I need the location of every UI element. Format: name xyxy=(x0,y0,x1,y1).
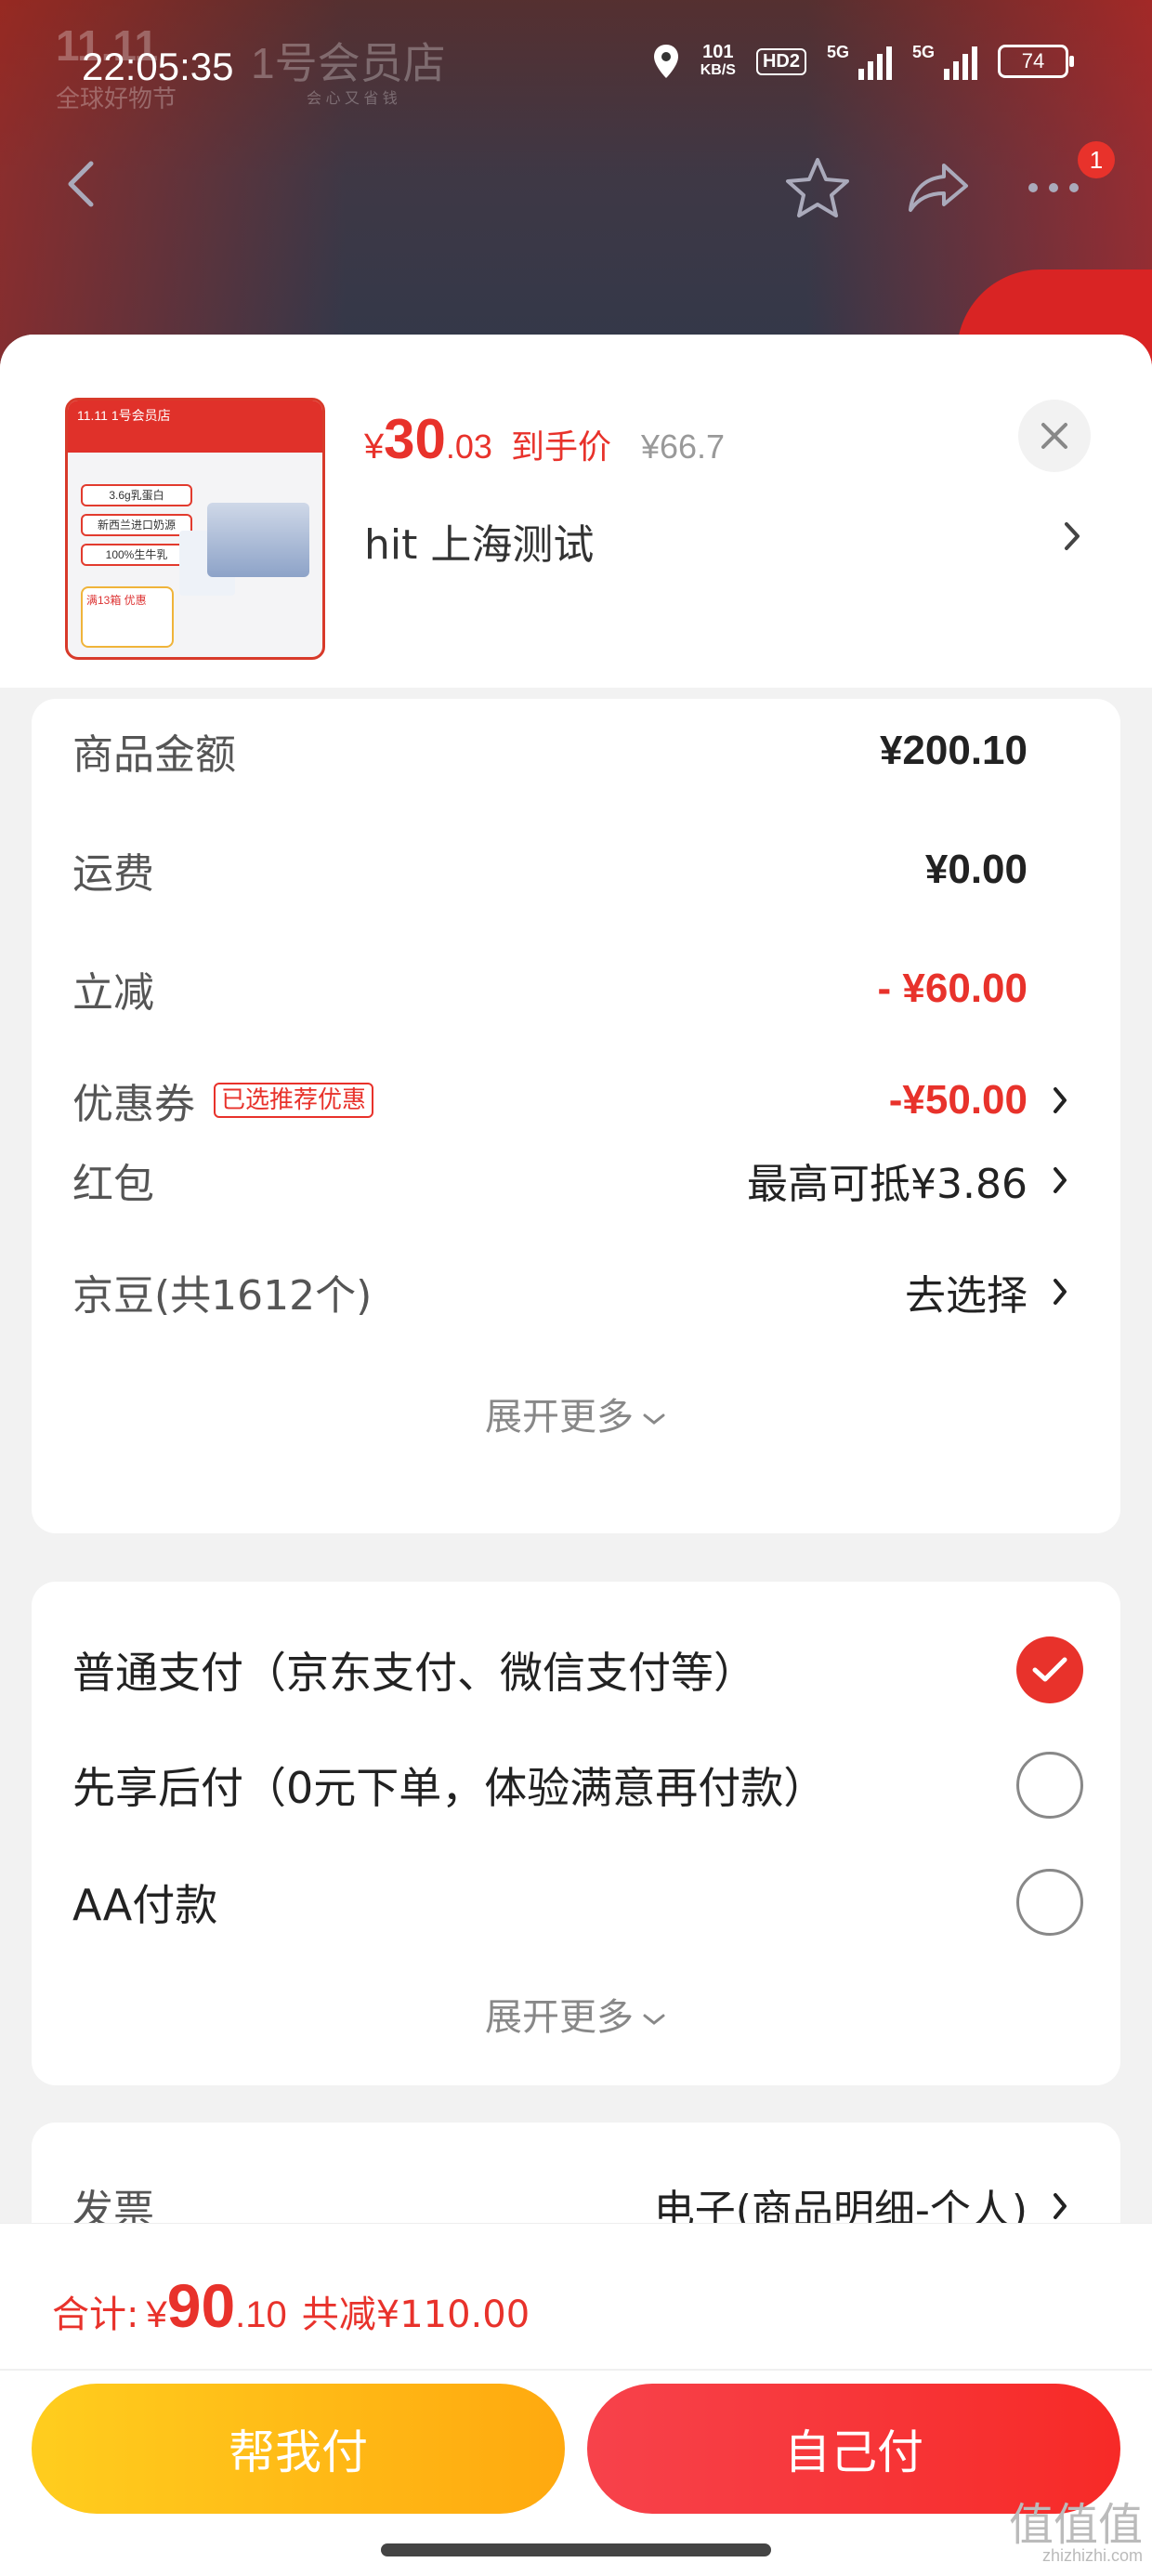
expand-more-label: 展开更多 xyxy=(485,1396,634,1439)
product-header: 11.11 1号会员店 3.6g乳蛋白 新西兰进口奶源 100%生牛乳 满13箱… xyxy=(0,335,1152,688)
share-icon[interactable] xyxy=(901,151,975,225)
row-goods-amount: 商品金额 ¥200.10 xyxy=(72,714,1083,788)
help-pay-button[interactable]: 帮我付 xyxy=(32,2384,565,2514)
checkmark-icon xyxy=(1032,1657,1067,1682)
row-jd-beans[interactable]: 京豆(共1612个) 去选择 xyxy=(72,1255,1083,1329)
checkout-footer: 合计: ¥ 90 .10 共减¥110.00 帮我付 自己付 值值值 zhizh… xyxy=(0,2223,1152,2576)
thumb-tag: 3.6g乳蛋白 xyxy=(81,484,192,506)
row-coupon[interactable]: 优惠券 已选推荐优惠 -¥50.00 xyxy=(72,1063,1083,1137)
favorite-star-icon[interactable] xyxy=(780,151,855,225)
total-line: 合计: ¥ 90 .10 共减¥110.00 xyxy=(52,2270,530,2341)
radio-unchecked[interactable] xyxy=(1016,1869,1083,1936)
pay-option-label: 普通支付（京东支付、微信支付等） xyxy=(72,1648,756,1698)
payment-options-card: 普通支付（京东支付、微信支付等） 先享后付（0元下单，体验满意再付款） AA付款… xyxy=(32,1582,1120,2085)
expand-more-button[interactable]: 展开更多 xyxy=(32,1987,1120,2041)
price-currency: ¥ xyxy=(364,427,385,467)
watermark: 值值值 zhizhizhi.com xyxy=(1008,2501,1143,2566)
row-shipping: 运费 ¥0.00 xyxy=(72,833,1083,907)
row-value: -¥50.00 xyxy=(888,1077,1028,1123)
product-thumbnail: 11.11 1号会员店 3.6g乳蛋白 新西兰进口奶源 100%生牛乳 满13箱… xyxy=(65,398,325,660)
row-value: - ¥60.00 xyxy=(877,966,1028,1011)
expand-more-button[interactable]: 展开更多 xyxy=(32,1387,1120,1440)
total-currency: ¥ xyxy=(146,2294,167,2335)
row-label: 京豆(共1612个) xyxy=(72,1272,373,1320)
row-label: 优惠券 xyxy=(72,1081,195,1128)
status-bar: 22:05:35 101 KB/S HD2 5G 5G 74 xyxy=(0,35,1152,100)
row-label: 立减 xyxy=(72,969,154,1017)
thumb-tag: 新西兰进口奶源 xyxy=(81,514,192,536)
pay-option-label: AA付款 xyxy=(72,1880,218,1930)
row-value: ¥200.10 xyxy=(879,728,1028,773)
chevron-right-icon xyxy=(1048,1160,1074,1201)
total-saved: 共减¥110.00 xyxy=(301,2293,530,2336)
price-label: 到手价 xyxy=(510,428,611,467)
thumb-product-box xyxy=(207,503,309,577)
chevron-down-icon xyxy=(643,1413,665,1425)
status-time: 22:05:35 xyxy=(82,45,234,88)
chevron-down-icon xyxy=(643,2014,665,2025)
price-line: ¥ 30 .03 到手价 ¥66.7 xyxy=(364,407,725,471)
pay-option-label: 先享后付（0元下单，体验满意再付款） xyxy=(72,1763,827,1813)
pay-option-normal[interactable]: 普通支付（京东支付、微信支付等） xyxy=(72,1628,1083,1712)
total-integer: 90 xyxy=(166,2271,236,2340)
row-label: 商品金额 xyxy=(72,731,236,779)
row-value: 最高可抵¥3.86 xyxy=(747,1161,1028,1208)
amounts-card: 商品金额 ¥200.10 运费 ¥0.00 立减 - ¥60.00 优惠券 已选… xyxy=(32,699,1120,1197)
thumb-header: 11.11 1号会员店 xyxy=(68,401,322,453)
top-nav: 1 xyxy=(0,139,1152,232)
pay-option-later[interactable]: 先享后付（0元下单，体验满意再付款） xyxy=(72,1743,1083,1827)
signal-icon-2: 5G xyxy=(912,43,977,80)
row-red-packet[interactable]: 红包 最高可抵¥3.86 xyxy=(72,1143,1083,1217)
thumb-tag: 100%生牛乳 xyxy=(81,544,192,566)
pay-option-aa[interactable]: AA付款 xyxy=(72,1860,1083,1944)
total-label: 合计: xyxy=(52,2293,139,2336)
close-icon xyxy=(1041,423,1067,449)
location-icon xyxy=(653,45,678,78)
net-speed: 101 KB/S xyxy=(700,42,736,78)
price-integer: 30 xyxy=(384,408,446,470)
chevron-right-icon[interactable] xyxy=(1059,513,1087,559)
chevron-right-icon xyxy=(1048,1271,1074,1312)
self-pay-button[interactable]: 自己付 xyxy=(587,2384,1120,2514)
thumb-coupon: 满13箱 优惠 xyxy=(81,586,174,648)
total-decimal: .10 xyxy=(235,2294,287,2335)
chevron-right-icon xyxy=(1048,2186,1074,2227)
chevron-right-icon xyxy=(1048,1080,1074,1121)
status-icons: 101 KB/S HD2 5G 5G 74 xyxy=(652,42,1074,80)
signal-icon-1: 5G xyxy=(827,43,892,80)
radio-checked[interactable] xyxy=(1016,1636,1083,1703)
hd-badge: HD2 xyxy=(755,47,806,75)
row-label: 运费 xyxy=(72,850,154,898)
radio-unchecked[interactable] xyxy=(1016,1752,1083,1819)
close-button[interactable] xyxy=(1018,400,1091,472)
expand-more-label: 展开更多 xyxy=(485,1996,634,2039)
divider xyxy=(0,2369,1152,2371)
amounts-card-more: 红包 最高可抵¥3.86 京豆(共1612个) 去选择 展开更多 xyxy=(32,1143,1120,1533)
price-original: ¥66.7 xyxy=(640,427,726,466)
coupon-badge: 已选推荐优惠 xyxy=(214,1083,374,1118)
product-title[interactable]: hit 上海测试 xyxy=(364,511,594,571)
back-icon[interactable] xyxy=(56,156,111,212)
price-decimal: .03 xyxy=(445,427,492,466)
row-instant-discount: 立减 - ¥60.00 xyxy=(72,952,1083,1026)
home-indicator[interactable] xyxy=(381,2543,771,2556)
battery-icon: 74 xyxy=(998,45,1074,78)
row-label: 红包 xyxy=(72,1161,154,1208)
row-value: ¥0.00 xyxy=(924,847,1028,892)
row-value: 去选择 xyxy=(905,1272,1028,1320)
notification-badge: 1 xyxy=(1078,141,1115,178)
